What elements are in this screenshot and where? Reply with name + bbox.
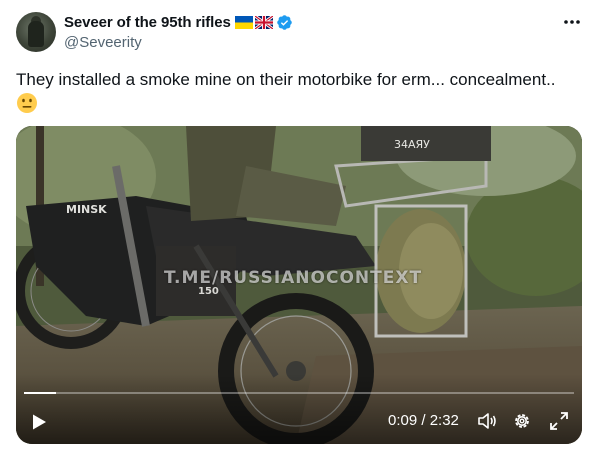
controls-shade bbox=[16, 374, 582, 444]
uk-flag-icon bbox=[254, 15, 273, 29]
crate-text: 34AЯУ bbox=[394, 138, 430, 151]
neutral-face-icon bbox=[17, 93, 37, 113]
more-dots-icon bbox=[564, 20, 580, 24]
handle[interactable]: @Seveerity bbox=[64, 34, 293, 51]
progress-bar[interactable] bbox=[24, 392, 574, 394]
ukraine-flag-icon bbox=[234, 15, 253, 29]
more-options-button[interactable] bbox=[560, 12, 584, 32]
avatar[interactable] bbox=[16, 12, 56, 52]
video-watermark: T.ME/RUSSIANOCONTEXT bbox=[164, 268, 423, 288]
time-readout: 0:09 / 2:32 bbox=[388, 412, 459, 429]
fullscreen-icon[interactable] bbox=[549, 411, 569, 431]
tweet-text: They installed a smoke mine on their mot… bbox=[16, 70, 556, 89]
volume-icon[interactable] bbox=[477, 411, 497, 431]
flags bbox=[234, 15, 273, 29]
tweet-header: Seveer of the 95th rifles @Seveerity bbox=[64, 12, 293, 51]
video-player[interactable]: MINSK 34AЯУ 150 T.ME/RUSSIANOCONTEXT 0:0… bbox=[16, 126, 582, 444]
verified-badge-icon bbox=[276, 14, 292, 30]
progress-fill bbox=[24, 392, 57, 394]
play-icon[interactable] bbox=[30, 413, 48, 431]
settings-gear-icon[interactable] bbox=[512, 411, 532, 431]
bike-brand-text: MINSK bbox=[66, 203, 107, 216]
display-name[interactable]: Seveer of the 95th rifles bbox=[64, 14, 231, 31]
avatar-figure bbox=[28, 21, 44, 47]
name-row: Seveer of the 95th rifles bbox=[64, 12, 293, 32]
